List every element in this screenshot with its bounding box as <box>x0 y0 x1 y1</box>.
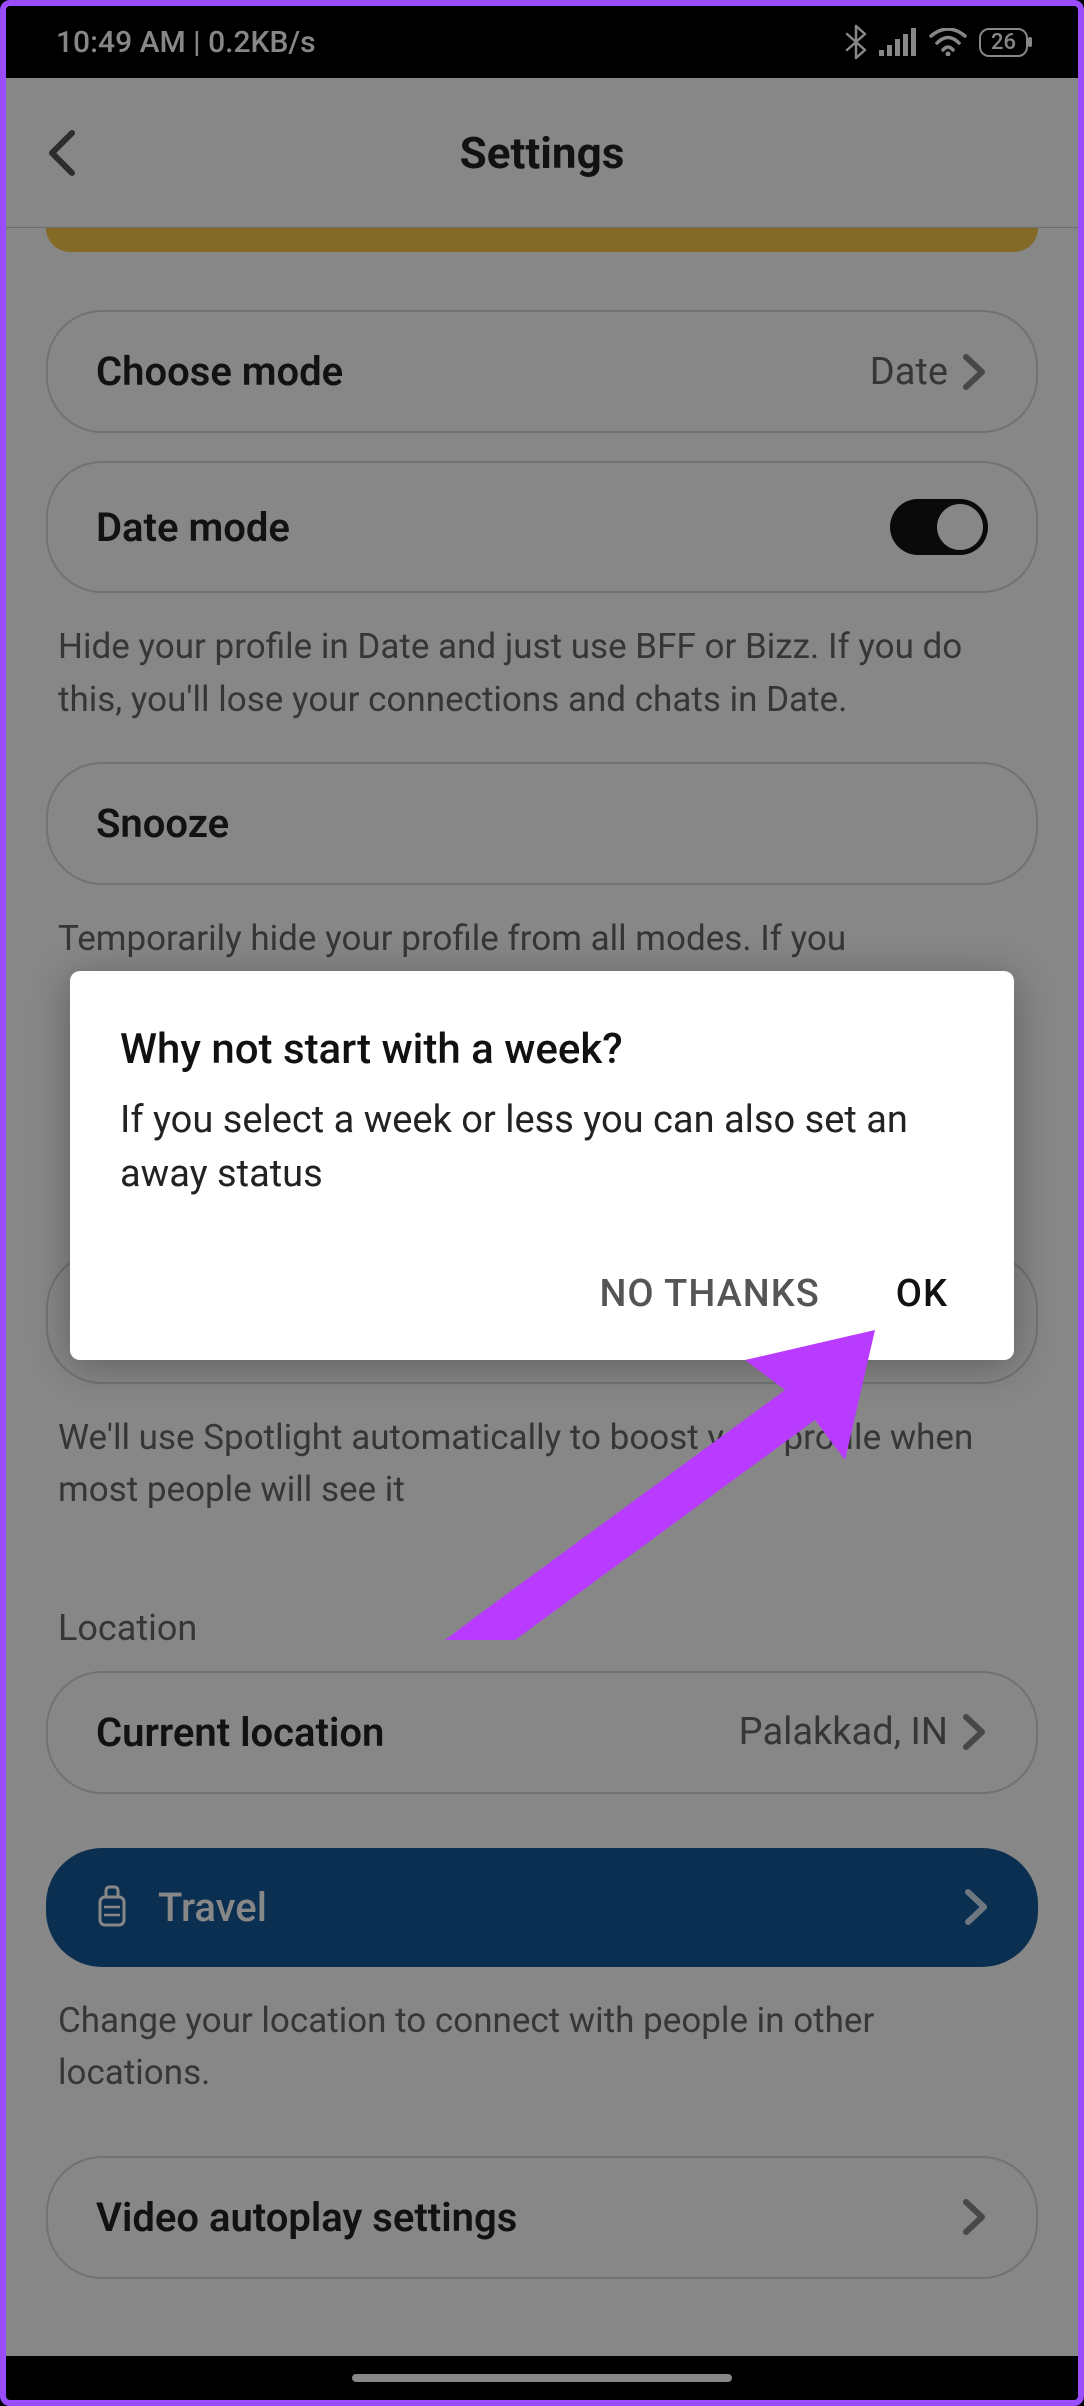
no-thanks-button[interactable]: NO THANKS <box>599 1272 819 1316</box>
dialog-title: Why not start with a week? <box>120 1025 964 1074</box>
dialog-body: If you select a week or less you can als… <box>120 1094 964 1202</box>
snooze-dialog: Why not start with a week? If you select… <box>70 971 1014 1360</box>
dialog-actions: NO THANKS OK <box>120 1272 964 1316</box>
ok-button[interactable]: OK <box>896 1272 948 1316</box>
